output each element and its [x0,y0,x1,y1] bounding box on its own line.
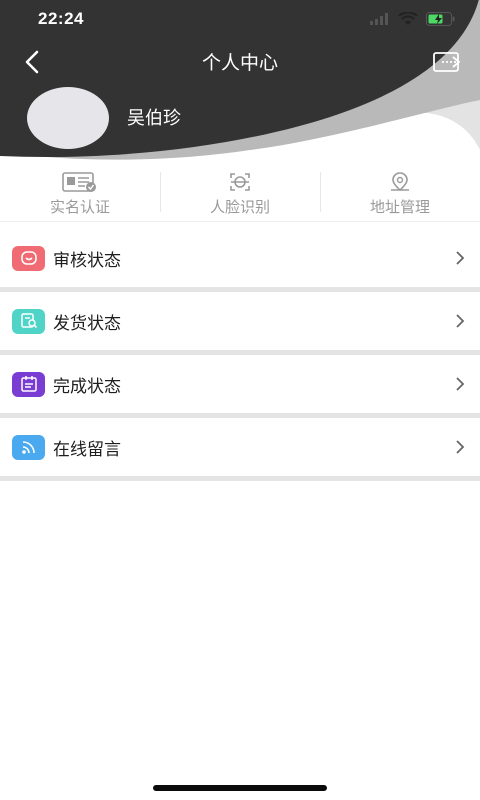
status-icons [370,12,456,26]
home-indicator[interactable] [153,785,327,791]
quick-action-real-name[interactable]: 实名认证 [0,168,160,221]
chevron-right-icon [456,251,465,265]
menu-item-online-message[interactable]: 在线留言 [0,418,480,476]
quick-action-label: 地址管理 [369,198,430,216]
location-pin-icon [391,172,409,192]
logout-button[interactable] [430,45,464,79]
battery-charging-icon [426,12,455,26]
calendar-list-icon [12,371,45,397]
menu-item-shipping-status[interactable]: 发货状态 [0,292,480,350]
quick-action-address[interactable]: 地址管理 [320,168,480,221]
chevron-right-icon [456,440,465,454]
document-search-icon [12,308,45,334]
quick-action-label: 人脸识别 [209,198,270,216]
menu-item-label: 审核状态 [53,250,121,271]
smile-icon [12,245,45,271]
menu-item-label: 发货状态 [53,313,121,334]
user-name: 吴伯珍 [127,108,181,129]
status-time: 22:24 [38,9,84,28]
chevron-right-icon [456,314,465,328]
divider [0,476,480,481]
status-bar: 22:24 [0,0,480,40]
face-scan-icon [230,173,250,191]
menu-item-label: 在线留言 [53,439,121,460]
menu-item-complete-status[interactable]: 完成状态 [0,355,480,413]
logout-icon [433,52,461,72]
nav-bar: 个人中心 [0,40,480,84]
quick-actions: 实名认证 人脸识别 地址管理 [0,168,480,222]
menu-item-review-status[interactable]: 审核状态 [0,229,480,287]
quick-action-face[interactable]: 人脸识别 [160,168,320,221]
rss-icon [12,434,45,460]
quick-action-label: 实名认证 [49,198,110,216]
avatar[interactable] [27,87,109,149]
id-card-icon [62,172,96,192]
chevron-right-icon [456,377,465,391]
wifi-icon [398,12,418,25]
menu-item-label: 完成状态 [53,376,121,397]
menu-list: 审核状态 发货状态 完成状态 在线留言 [0,229,480,481]
profile-header: 22:24 个人中心 吴伯珍 [0,0,480,175]
page-title: 个人中心 [201,52,278,74]
signal-icon [370,13,388,25]
